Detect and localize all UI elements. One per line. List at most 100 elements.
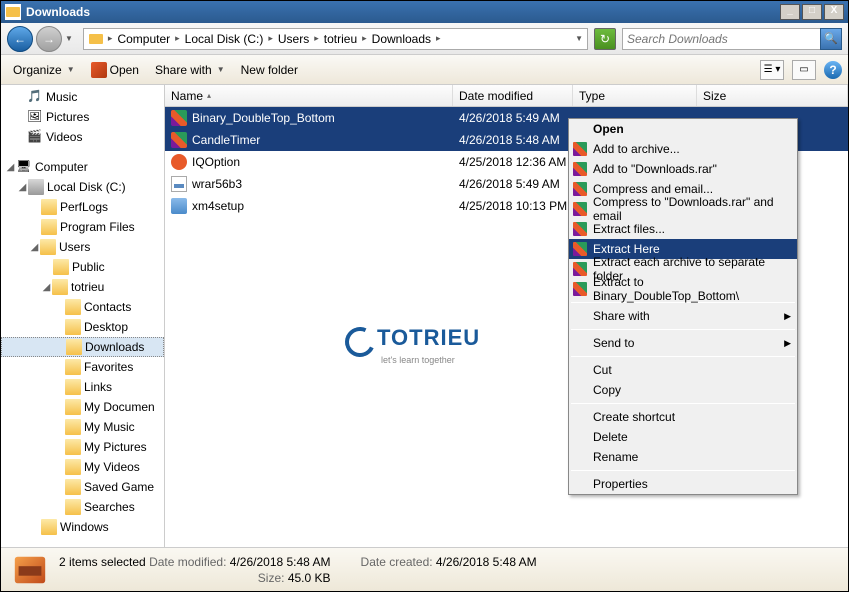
folder-icon: [40, 239, 56, 255]
context-menu: Open Add to archive... Add to "Downloads…: [568, 118, 798, 495]
tree-videos[interactable]: 🎬Videos: [1, 127, 164, 147]
refresh-button[interactable]: ↻: [594, 28, 616, 50]
column-type[interactable]: Type: [573, 85, 697, 106]
folder-icon: [65, 299, 81, 315]
breadcrumb[interactable]: ▸ Computer▸ Local Disk (C:)▸ Users▸ totr…: [83, 28, 588, 50]
cm-open[interactable]: Open: [569, 119, 797, 139]
status-selected: 2 items selected: [59, 555, 146, 569]
column-size[interactable]: Size: [697, 85, 848, 106]
breadcrumb-totrieu[interactable]: totrieu: [321, 32, 360, 46]
breadcrumb-users[interactable]: Users: [275, 32, 312, 46]
cm-copy[interactable]: Copy: [569, 380, 797, 400]
file-date: 4/26/2018 5:49 AM: [453, 177, 573, 191]
share-with-button[interactable]: Share with▼: [149, 60, 231, 80]
expand-icon[interactable]: ◢: [29, 242, 40, 253]
back-button[interactable]: ←: [7, 26, 33, 52]
tree-programfiles[interactable]: Program Files: [1, 217, 164, 237]
folder-icon: [65, 419, 81, 435]
status-bar: 2 items selected Date modified: 4/26/201…: [1, 547, 848, 591]
forward-button[interactable]: →: [36, 26, 62, 52]
logo-icon: [341, 323, 379, 361]
cm-properties[interactable]: Properties: [569, 474, 797, 494]
folder-icon: [65, 359, 81, 375]
tree-favorites[interactable]: Favorites: [1, 357, 164, 377]
tree-users[interactable]: ◢Users: [1, 237, 164, 257]
window-icon: [5, 4, 21, 20]
rar-icon: [573, 142, 587, 156]
cm-rename[interactable]: Rename: [569, 447, 797, 467]
help-button[interactable]: ?: [824, 61, 842, 79]
rar-file-icon: [171, 110, 187, 126]
tree-public[interactable]: Public: [1, 257, 164, 277]
cm-extract-to[interactable]: Extract to Binary_DoubleTop_Bottom\: [569, 279, 797, 299]
expand-icon[interactable]: ◢: [41, 282, 52, 293]
tree-mymusic[interactable]: My Music: [1, 417, 164, 437]
column-name[interactable]: Name▴: [165, 85, 453, 106]
tree-pictures[interactable]: 🖼Pictures: [1, 107, 164, 127]
close-button[interactable]: X: [824, 4, 844, 20]
tree-localdisk[interactable]: ◢Local Disk (C:): [1, 177, 164, 197]
tree-myvideos[interactable]: My Videos: [1, 457, 164, 477]
folder-icon: [66, 339, 82, 355]
xm-file-icon: [171, 198, 187, 214]
computer-icon: 🖥: [16, 159, 32, 175]
organize-button[interactable]: Organize▼: [7, 60, 81, 80]
column-date[interactable]: Date modified: [453, 85, 573, 106]
folder-icon: [41, 519, 57, 535]
new-folder-button[interactable]: New folder: [235, 60, 304, 80]
cm-compress-to[interactable]: Compress to "Downloads.rar" and email: [569, 199, 797, 219]
tree-mydocuments[interactable]: My Documen: [1, 397, 164, 417]
folder-icon: [65, 399, 81, 415]
cm-create-shortcut[interactable]: Create shortcut: [569, 407, 797, 427]
tree-perflogs[interactable]: PerfLogs: [1, 197, 164, 217]
sort-asc-icon: ▴: [207, 91, 211, 100]
tree-windows[interactable]: Windows: [1, 517, 164, 537]
search-box[interactable]: 🔍: [622, 28, 842, 50]
folder-icon: [65, 459, 81, 475]
cm-add-archive[interactable]: Add to archive...: [569, 139, 797, 159]
breadcrumb-disk[interactable]: Local Disk (C:): [182, 32, 267, 46]
minimize-button[interactable]: _: [780, 4, 800, 20]
open-button[interactable]: Open: [85, 59, 145, 81]
tree-mypictures[interactable]: My Pictures: [1, 437, 164, 457]
folder-icon: [41, 219, 57, 235]
tree-savedgame[interactable]: Saved Game: [1, 477, 164, 497]
view-button[interactable]: ☰ ▾: [760, 60, 784, 80]
cm-delete[interactable]: Delete: [569, 427, 797, 447]
tree-contacts[interactable]: Contacts: [1, 297, 164, 317]
breadcrumb-downloads[interactable]: Downloads: [369, 32, 434, 46]
folder-icon: [41, 199, 57, 215]
tree-computer[interactable]: ◢🖥Computer: [1, 157, 164, 177]
rar-icon: [573, 202, 587, 216]
rar-file-icon: [171, 132, 187, 148]
titlebar: Downloads _ □ X: [1, 1, 848, 23]
tree-searches[interactable]: Searches: [1, 497, 164, 517]
tree-links[interactable]: Links: [1, 377, 164, 397]
file-date: 4/25/2018 10:13 PM: [453, 199, 573, 213]
cm-add-to[interactable]: Add to "Downloads.rar": [569, 159, 797, 179]
search-input[interactable]: [623, 32, 821, 46]
music-icon: 🎵: [27, 89, 43, 105]
cm-share-with[interactable]: Share with▶: [569, 306, 797, 326]
preview-pane-button[interactable]: ▭: [792, 60, 816, 80]
tree-desktop[interactable]: Desktop: [1, 317, 164, 337]
toolbar: Organize▼ Open Share with▼ New folder ☰ …: [1, 55, 848, 85]
folder-icon: [65, 379, 81, 395]
nav-bar: ← → ▼ ▸ Computer▸ Local Disk (C:)▸ Users…: [1, 23, 848, 55]
cm-cut[interactable]: Cut: [569, 360, 797, 380]
submenu-arrow-icon: ▶: [784, 338, 791, 349]
expand-icon[interactable]: ◢: [5, 162, 16, 173]
history-dropdown[interactable]: ▼: [65, 34, 73, 43]
tree-downloads[interactable]: Downloads: [1, 337, 164, 357]
breadcrumb-computer[interactable]: Computer: [114, 32, 173, 46]
expand-icon[interactable]: ◢: [17, 182, 28, 193]
search-icon[interactable]: 🔍: [820, 28, 842, 50]
iq-file-icon: [171, 154, 187, 170]
rar-icon: [573, 222, 587, 236]
tree-music[interactable]: 🎵Music: [1, 87, 164, 107]
maximize-button[interactable]: □: [802, 4, 822, 20]
rar-icon: [573, 242, 587, 256]
status-rar-icon: [11, 551, 49, 589]
tree-totrieu[interactable]: ◢totrieu: [1, 277, 164, 297]
cm-send-to[interactable]: Send to▶: [569, 333, 797, 353]
